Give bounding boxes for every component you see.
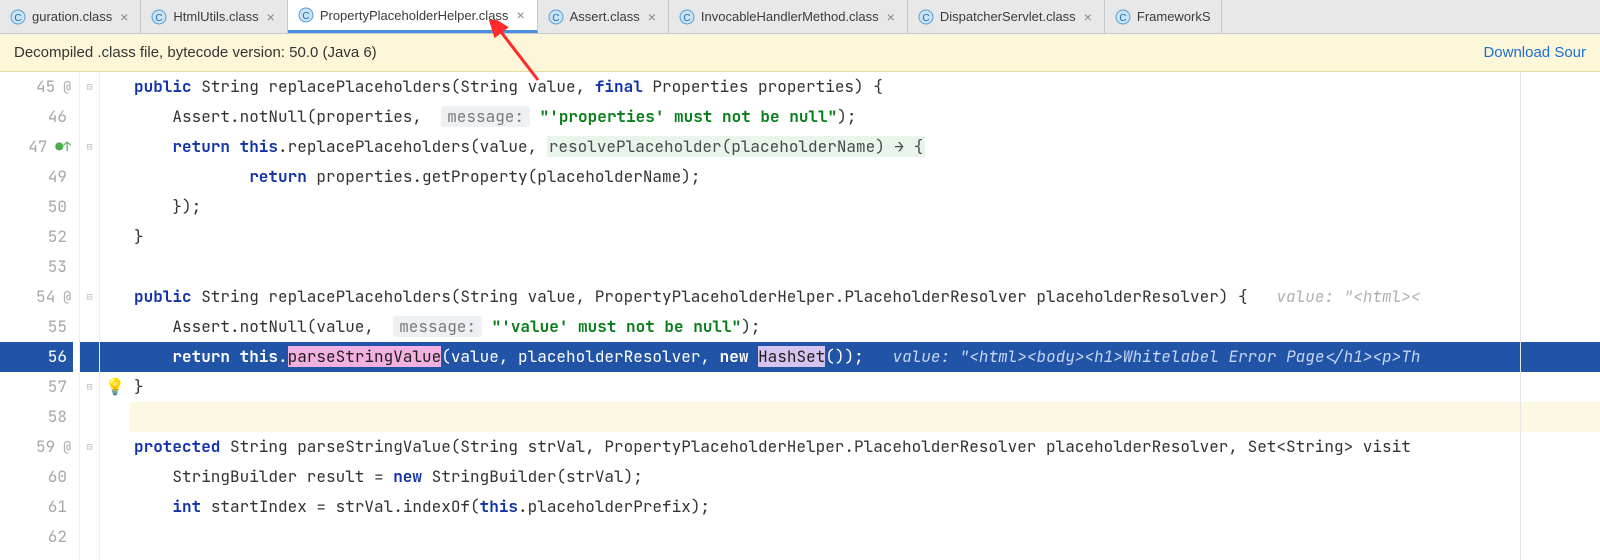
code-area[interactable]: public String replacePlaceholders(String…	[130, 72, 1600, 560]
fold-toggle-icon[interactable]: ⊟	[80, 132, 99, 162]
class-file-icon: C	[10, 9, 26, 25]
tab-invocablehandlermethod[interactable]: C InvocableHandlerMethod.class ×	[669, 0, 908, 33]
inline-value-hint: value: "<html><body><h1>Whitelabel Error…	[864, 346, 1421, 367]
class-file-icon: C	[151, 9, 167, 25]
tab-propertyplaceholderhelper[interactable]: C PropertyPlaceholderHelper.class ×	[288, 0, 538, 33]
svg-text:C: C	[156, 13, 163, 24]
intention-bulb-icon[interactable]: 💡	[105, 372, 125, 402]
inline-value-hint: value: "<html><	[1248, 286, 1421, 307]
svg-text:C: C	[683, 13, 690, 24]
tab-dispatcherservlet[interactable]: C DispatcherServlet.class ×	[908, 0, 1105, 33]
tab-assert[interactable]: C Assert.class ×	[538, 0, 669, 33]
close-icon[interactable]: ×	[1082, 9, 1094, 25]
highlight-method: parseStringValue	[288, 346, 442, 367]
download-sources-link[interactable]: Download Sour	[1483, 44, 1586, 61]
close-icon[interactable]: ×	[514, 7, 526, 23]
fold-toggle-icon[interactable]: ⊟	[80, 72, 99, 102]
parameter-hint: message:	[393, 316, 482, 337]
fold-gutter: ⊟ ⊟ ⊟ ⊟ ⊟	[80, 72, 100, 560]
right-margin-rule	[1520, 72, 1521, 560]
svg-text:C: C	[302, 11, 309, 22]
svg-text:C: C	[14, 13, 21, 24]
svg-text:C: C	[1119, 13, 1126, 24]
tab-label: InvocableHandlerMethod.class	[701, 9, 879, 24]
tab-label: DispatcherServlet.class	[940, 9, 1076, 24]
fold-toggle-icon[interactable]: ⊟	[80, 372, 99, 402]
editor-tabs: C guration.class × C HtmlUtils.class × C…	[0, 0, 1600, 34]
svg-text:C: C	[922, 13, 929, 24]
lambda-hint: resolvePlaceholder(placeholderName) → {	[547, 136, 925, 157]
intention-gutter: 💡	[100, 72, 130, 560]
fold-toggle-icon[interactable]: ⊟	[80, 282, 99, 312]
highlight-class: HashSet	[758, 346, 825, 367]
close-icon[interactable]: ×	[265, 9, 277, 25]
fold-toggle-icon[interactable]: ⊟	[80, 432, 99, 462]
class-file-icon: C	[548, 9, 564, 25]
execution-point-line: return this.parseStringValue(value, plac…	[130, 342, 1600, 372]
close-icon[interactable]: ×	[885, 9, 897, 25]
class-file-icon: C	[298, 7, 314, 23]
close-icon[interactable]: ×	[118, 9, 130, 25]
class-file-icon: C	[1115, 9, 1131, 25]
tab-guration[interactable]: C guration.class ×	[0, 0, 141, 33]
tab-htmlutils[interactable]: C HtmlUtils.class ×	[141, 0, 287, 33]
tab-label: FrameworkS	[1137, 9, 1211, 24]
info-bar-text: Decompiled .class file, bytecode version…	[14, 44, 377, 61]
code-editor[interactable]: 45@ 46 47●↑ 49 50 52 53 54@ 55 56 57 58 …	[0, 72, 1600, 560]
svg-text:C: C	[552, 13, 559, 24]
class-file-icon: C	[918, 9, 934, 25]
tab-frameworks[interactable]: C FrameworkS	[1105, 0, 1222, 33]
close-icon[interactable]: ×	[646, 9, 658, 25]
tab-label: PropertyPlaceholderHelper.class	[320, 8, 509, 23]
decompiled-info-bar: Decompiled .class file, bytecode version…	[0, 34, 1600, 72]
class-file-icon: C	[679, 9, 695, 25]
tab-label: guration.class	[32, 9, 112, 24]
parameter-hint: message:	[441, 106, 530, 127]
tab-label: HtmlUtils.class	[173, 9, 258, 24]
tab-label: Assert.class	[570, 9, 640, 24]
caret-line	[130, 402, 1600, 432]
line-number-gutter: 45@ 46 47●↑ 49 50 52 53 54@ 55 56 57 58 …	[0, 72, 80, 560]
